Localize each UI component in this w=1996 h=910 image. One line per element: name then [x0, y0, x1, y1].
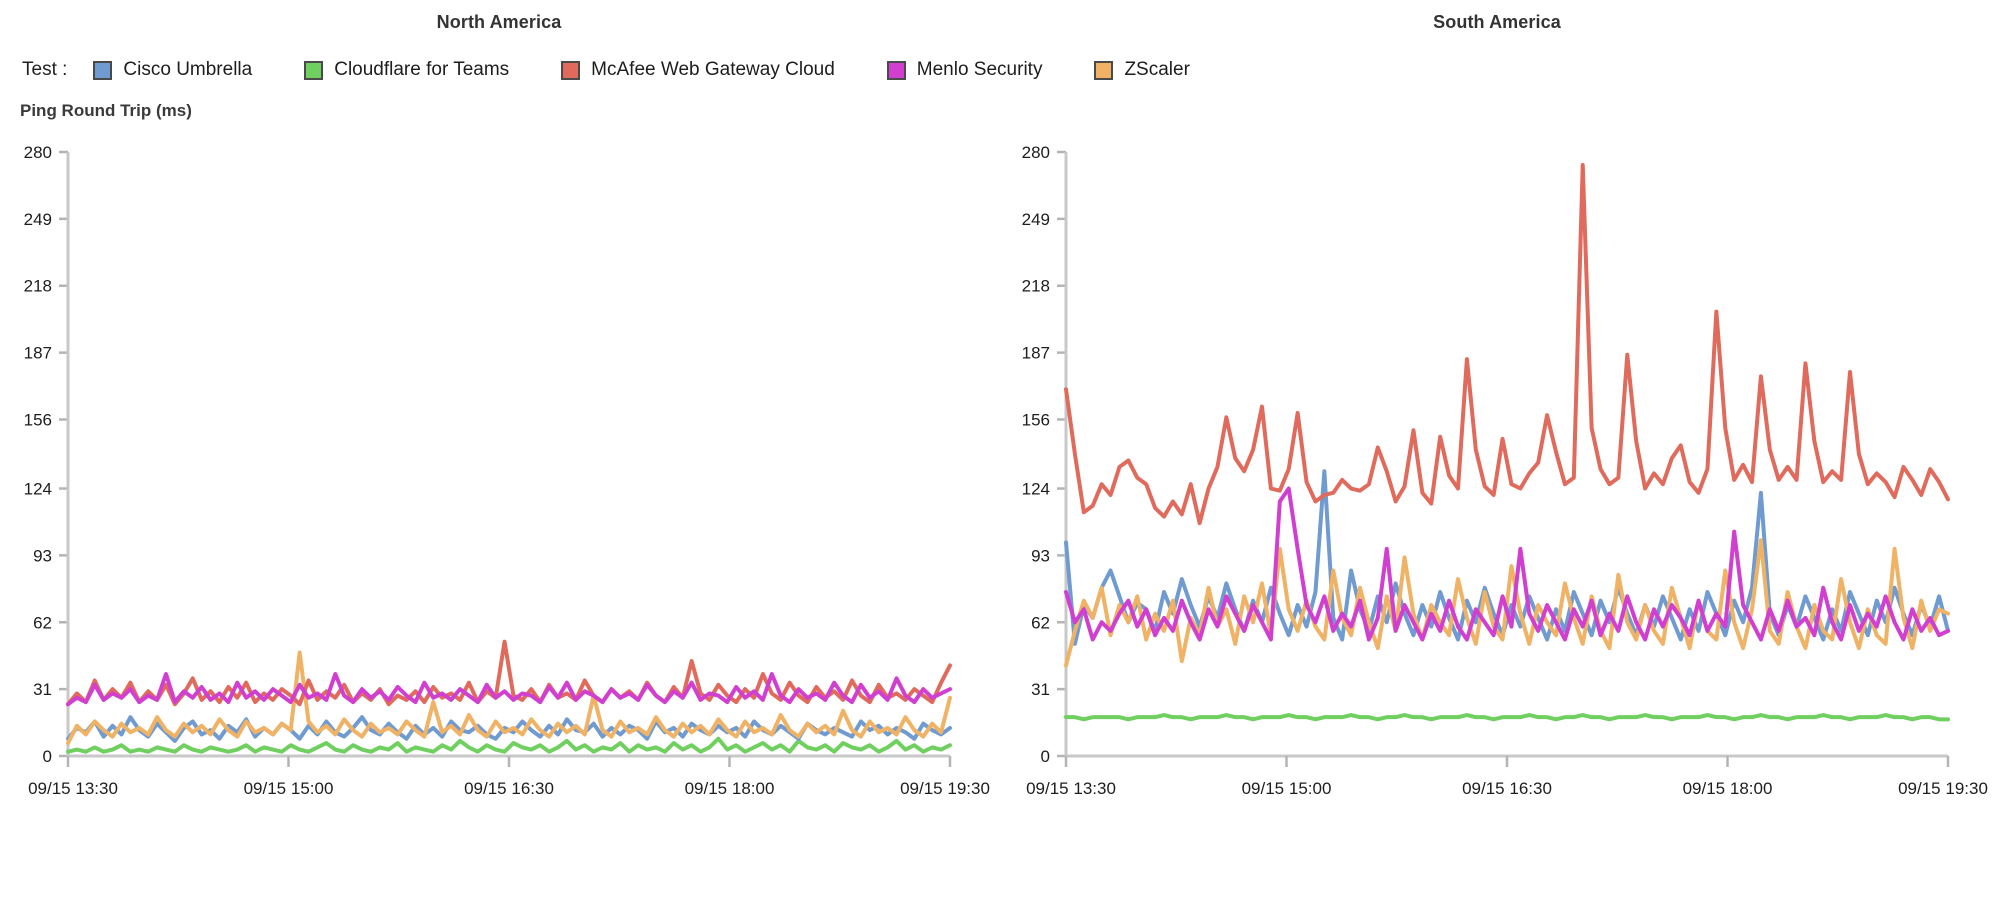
y-tick-label: 62 [1031, 613, 1050, 632]
x-tick-label: 09/15 15:00 [1242, 779, 1332, 798]
x-tick-label: 09/15 13:30 [28, 779, 118, 798]
legend-item-cisco-umbrella[interactable]: Cisco Umbrella [93, 59, 252, 81]
x-tick-label: 09/15 18:00 [685, 779, 775, 798]
plot-area: 280 249 218 187 156 124 93 62 31 0 09/15 13:30 09/1… [24, 143, 990, 798]
x-tick-label: 09/15 13:30 [1026, 779, 1116, 798]
panel-title-south-america: South America [1433, 12, 1561, 32]
y-tick-label: 62 [33, 613, 52, 632]
y-axis-caption: Ping Round Trip (ms) [20, 101, 192, 120]
y-tick-label: 0 [43, 747, 52, 766]
legend-item-label: Cisco Umbrella [123, 59, 253, 80]
dashboard-root: North America South America Test : Cisco… [0, 0, 1996, 910]
legend-item-label: Menlo Security [916, 59, 1043, 80]
panel-title-north-america: North America [436, 12, 562, 32]
legend-item-label: McAfee Web Gateway Cloud [591, 59, 835, 80]
legend-item-menlo-security[interactable]: Menlo Security [886, 59, 1043, 81]
y-tick-label: 187 [24, 344, 52, 363]
legend: Test : Cisco Umbrella Cloudflare for Team… [22, 56, 1242, 84]
legend-item-label: ZScaler [1124, 59, 1190, 80]
series-line-cloudflare-for-teams[interactable] [1064, 713, 1950, 722]
x-tick-label: 09/15 19:30 [1898, 779, 1988, 798]
legend-item-cloudflare-for-teams[interactable]: Cloudflare for Teams [304, 59, 509, 81]
y-tick-label: 249 [24, 210, 52, 229]
y-tick-label: 31 [1031, 680, 1050, 699]
y-tick-label: 93 [1031, 546, 1050, 565]
chart-north-america[interactable]: 280 249 218 187 156 124 93 62 31 0 09/15 13:30 09/1… [0, 138, 998, 838]
y-tick-label: 0 [1041, 747, 1050, 766]
x-tick-label: 09/15 19:30 [900, 779, 990, 798]
legend-item-list: Cisco Umbrella Cloudflare for Teams McAfee… [93, 59, 1242, 81]
y-tick-label: 187 [1022, 344, 1050, 363]
legend-color-swatch-icon [93, 60, 113, 80]
y-tick-label: 280 [1022, 143, 1050, 162]
legend-color-swatch-icon [304, 60, 324, 80]
y-tick-label: 156 [1022, 410, 1050, 429]
legend-item-zscaler[interactable]: ZScaler [1094, 59, 1190, 81]
legend-item-mcafee-web-gateway-cloud[interactable]: McAfee Web Gateway Cloud [561, 59, 835, 81]
legend-label: Test : [22, 59, 68, 80]
x-tick-label: 09/15 15:00 [244, 779, 334, 798]
legend-color-swatch-icon [561, 60, 581, 80]
legend-color-swatch-icon [886, 60, 906, 80]
y-tick-label: 124 [1022, 480, 1050, 499]
plot-area: 280 249 218 187 156 124 93 62 31 0 09/15 13:30 09/1… [1022, 143, 1988, 798]
chart-south-america[interactable]: 280 249 218 187 156 124 93 62 31 0 09/15 13:30 09/1… [998, 138, 1996, 838]
series-line-cloudflare-for-teams[interactable] [66, 736, 952, 754]
legend-item-label: Cloudflare for Teams [334, 59, 510, 80]
series-line-zscaler[interactable] [1064, 538, 1950, 668]
y-tick-label: 31 [33, 680, 52, 699]
y-tick-label: 93 [33, 546, 52, 565]
x-tick-label: 09/15 16:30 [1462, 779, 1552, 798]
x-tick-label: 09/15 16:30 [464, 779, 554, 798]
y-tick-label: 249 [1022, 210, 1050, 229]
x-tick-label: 09/15 18:00 [1683, 779, 1773, 798]
series-line-mcafee-web-gateway-cloud[interactable] [1064, 162, 1950, 526]
y-tick-label: 218 [1022, 277, 1050, 296]
y-tick-label: 218 [24, 277, 52, 296]
legend-color-swatch-icon [1094, 60, 1114, 80]
y-tick-label: 280 [24, 143, 52, 162]
y-tick-label: 124 [24, 480, 52, 499]
y-tick-label: 156 [24, 410, 52, 429]
